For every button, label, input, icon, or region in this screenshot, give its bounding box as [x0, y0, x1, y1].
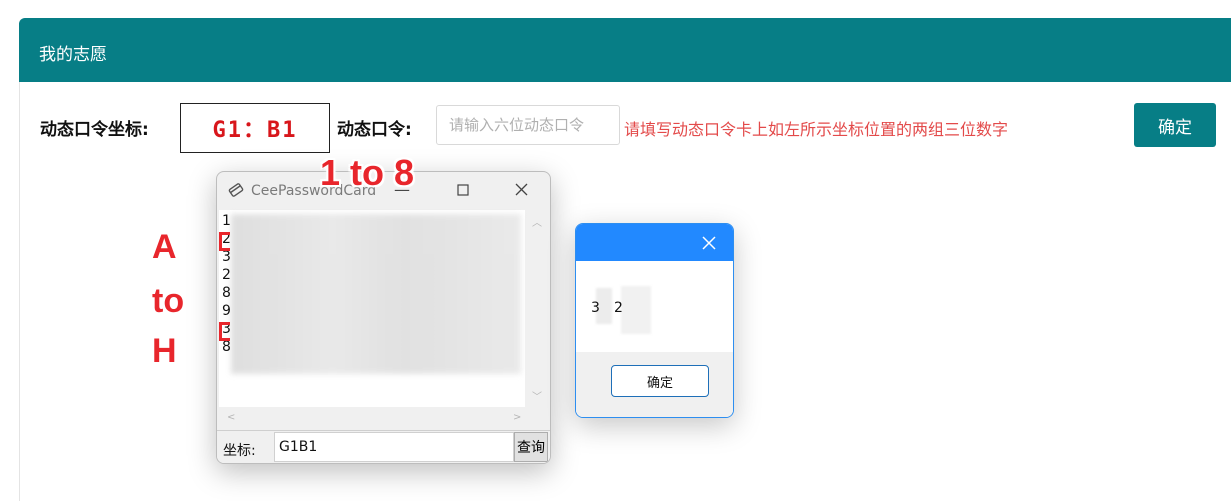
coord-field-label: 坐标:	[223, 443, 256, 459]
horizontal-scrollbar[interactable]: < >	[219, 409, 525, 429]
coord-label: 动态口令坐标:	[40, 120, 149, 140]
list-item: 9	[222, 303, 231, 319]
card-list[interactable]: 1 2 3 2 8 9 3 8	[219, 210, 525, 407]
panel-title: 我的志愿	[39, 45, 107, 65]
scroll-left-icon[interactable]: <	[227, 412, 235, 423]
coord-value: G1：B1	[212, 118, 298, 143]
vertical-scrollbar[interactable]: ︿ ﹀	[527, 210, 546, 407]
password-card-window: CeePasswordCard — 1 2 3 2 8 9 3 8 ︿ ﹀ < …	[216, 171, 551, 464]
coord-display: G1：B1	[180, 103, 330, 153]
result-dialog: 3 2 确定	[575, 223, 734, 418]
list-item: 8	[222, 285, 231, 301]
column-annotation: 1 to 8	[320, 152, 415, 193]
blurred-digits	[621, 286, 651, 334]
coord-query-row: 坐标: 查询	[217, 430, 550, 463]
panel-header	[19, 18, 1231, 82]
maximize-icon[interactable]	[450, 178, 476, 202]
row-g-marker	[219, 322, 230, 341]
row-annotation-h: H	[152, 332, 177, 370]
list-item: 8	[222, 339, 231, 355]
result-digit-1: 3	[591, 300, 600, 316]
blurred-card-content	[231, 214, 521, 374]
list-item: 2	[222, 267, 231, 283]
list-item: 3	[222, 249, 231, 265]
result-digit-2: 2	[614, 300, 623, 316]
hint-text: 请填写动态口令卡上如左所示坐标位置的两组三位数字	[624, 120, 1009, 139]
row-b-marker	[219, 232, 230, 251]
dialog-ok-button[interactable]: 确定	[611, 365, 709, 397]
row-annotation-a: A	[152, 228, 177, 266]
dialog-close-icon[interactable]	[702, 230, 716, 255]
row-annotation-to: to	[152, 282, 185, 320]
dialog-body: 3 2	[576, 261, 733, 352]
password-input[interactable]	[436, 105, 620, 145]
close-icon[interactable]	[508, 178, 534, 202]
list-item: 1	[222, 213, 231, 229]
scroll-right-icon[interactable]: >	[513, 412, 521, 423]
scroll-up-icon[interactable]: ︿	[532, 214, 542, 229]
card-icon	[228, 183, 244, 197]
scroll-down-icon[interactable]: ﹀	[532, 388, 542, 403]
password-label: 动态口令:	[337, 120, 412, 140]
confirm-button[interactable]: 确定	[1134, 103, 1216, 147]
coord-field[interactable]	[274, 432, 514, 462]
query-button[interactable]: 查询	[514, 432, 548, 462]
